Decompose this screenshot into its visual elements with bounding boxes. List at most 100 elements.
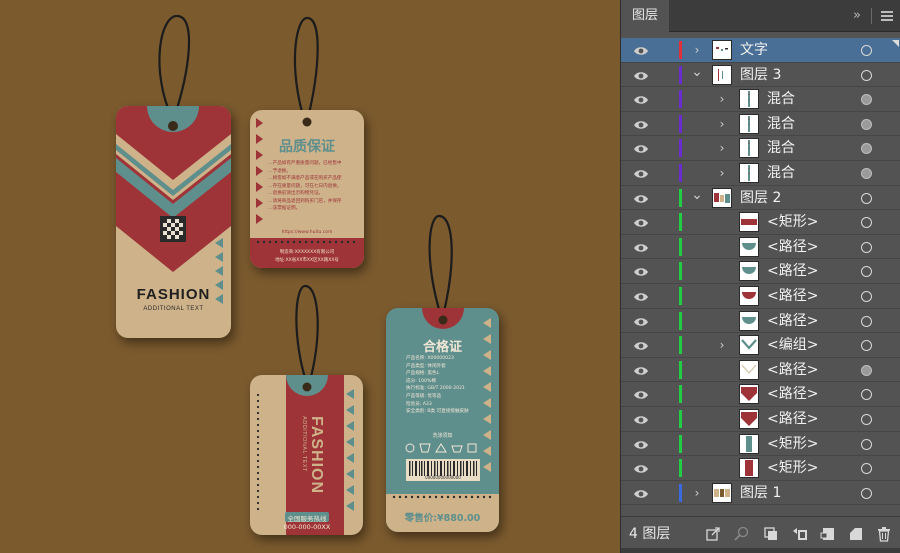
layer-name[interactable]: <路径>	[767, 312, 818, 330]
layer-row[interactable]: <矩形>	[621, 210, 900, 235]
target-circle-icon[interactable]	[861, 45, 872, 56]
target-circle-icon[interactable]	[861, 266, 872, 278]
collapse-panel-icon[interactable]: »	[853, 7, 869, 25]
visibility-eye-icon[interactable]	[633, 166, 649, 180]
target-circle-icon[interactable]	[861, 413, 872, 425]
layer-row[interactable]: <路径>	[621, 235, 900, 260]
search-icon[interactable]	[733, 525, 751, 543]
layer-name[interactable]: <路径>	[767, 410, 818, 428]
tag2-body: …产品如有严重质量问题，已经售中 …予退换。 …顾客如不满意产品或在购买产品使 …	[268, 160, 358, 213]
layer-row[interactable]: <矩形>	[621, 432, 900, 457]
layer-name[interactable]: 图层 2	[740, 189, 781, 207]
target-circle-icon[interactable]	[861, 364, 872, 376]
layer-name[interactable]: <路径>	[767, 262, 818, 280]
layer-row[interactable]: <路径>	[621, 407, 900, 432]
visibility-eye-icon[interactable]	[633, 412, 649, 426]
layer-name[interactable]: <编组>	[767, 336, 818, 354]
visibility-eye-icon[interactable]	[633, 117, 649, 131]
visibility-eye-icon[interactable]	[633, 264, 649, 278]
visibility-eye-icon[interactable]	[633, 437, 649, 451]
visibility-eye-icon[interactable]	[633, 486, 649, 500]
visibility-eye-icon[interactable]	[633, 461, 649, 475]
layer-name[interactable]: <路径>	[767, 287, 818, 305]
target-circle-icon[interactable]	[861, 463, 872, 475]
visibility-eye-icon[interactable]	[633, 289, 649, 303]
layer-name[interactable]: <矩形>	[767, 435, 818, 453]
visibility-eye-icon[interactable]	[633, 68, 649, 82]
new-sublayer-icon[interactable]	[819, 525, 837, 543]
layer-row[interactable]: › 混合	[621, 112, 900, 137]
layer-name[interactable]: 混合	[767, 90, 795, 108]
layer-row[interactable]: <路径>	[621, 284, 900, 309]
layer-name[interactable]: <路径>	[767, 238, 818, 256]
target-circle-icon[interactable]	[861, 143, 872, 155]
visibility-eye-icon[interactable]	[633, 363, 649, 377]
chevron-right-icon[interactable]: ›	[716, 337, 728, 353]
layer-name[interactable]: <路径>	[767, 361, 818, 379]
trash-icon[interactable]	[875, 525, 893, 543]
visibility-eye-icon[interactable]	[633, 191, 649, 205]
visibility-eye-icon[interactable]	[633, 240, 649, 254]
make-clip-mask-icon[interactable]	[791, 525, 809, 543]
chevron-right-icon[interactable]: ›	[716, 91, 728, 107]
target-circle-icon[interactable]	[861, 69, 872, 81]
chevron-right-icon[interactable]: ›	[716, 116, 728, 132]
target-circle-icon[interactable]	[861, 290, 872, 302]
layer-row[interactable]: › 文字	[621, 38, 900, 63]
layer-row[interactable]: › <编组>	[621, 333, 900, 358]
layer-name[interactable]: 混合	[767, 139, 795, 157]
visibility-eye-icon[interactable]	[633, 43, 649, 57]
layer-row[interactable]: <路径>	[621, 382, 900, 407]
visibility-eye-icon[interactable]	[633, 215, 649, 229]
target-circle-icon[interactable]	[861, 315, 872, 327]
visibility-eye-icon[interactable]	[633, 314, 649, 328]
layer-thumbnail	[739, 261, 759, 282]
target-circle-icon[interactable]	[861, 94, 872, 106]
tab-layers[interactable]: 图层	[621, 0, 669, 32]
target-circle-icon[interactable]	[861, 192, 872, 204]
layer-name[interactable]: 文字	[740, 41, 768, 59]
chevron-right-icon[interactable]: ›	[691, 42, 703, 58]
layer-name[interactable]: <矩形>	[767, 459, 818, 477]
layer-name[interactable]: 图层 3	[740, 66, 781, 84]
layer-row[interactable]: <路径>	[621, 309, 900, 334]
layer-name[interactable]: 图层 1	[740, 484, 781, 502]
layer-row[interactable]: <路径>	[621, 358, 900, 383]
layer-name[interactable]: 混合	[767, 164, 795, 182]
chevron-right-icon[interactable]: ›	[691, 485, 703, 501]
layer-name[interactable]: <路径>	[767, 385, 818, 403]
target-circle-icon[interactable]	[861, 217, 872, 229]
chevron-right-icon[interactable]: ›	[716, 165, 728, 181]
chevron-down-icon[interactable]: ⌄	[691, 64, 703, 80]
layer-row[interactable]: › 混合	[621, 87, 900, 112]
layer-color-indicator	[679, 262, 682, 281]
layer-name[interactable]: 混合	[767, 115, 795, 133]
collect-icon[interactable]	[762, 525, 780, 543]
tag3-title: FASHION	[308, 415, 325, 495]
target-circle-icon[interactable]	[861, 118, 872, 130]
target-circle-icon[interactable]	[861, 487, 872, 499]
visibility-eye-icon[interactable]	[633, 387, 649, 401]
target-circle-icon[interactable]	[861, 241, 872, 253]
layer-row[interactable]: › 图层 1	[621, 481, 900, 506]
visibility-eye-icon[interactable]	[633, 141, 649, 155]
artboard-canvas[interactable]: FASHION ADDITIONAL TEXT 品质保证 …产品如有严重质量问题…	[0, 0, 620, 553]
layer-row[interactable]: › 混合	[621, 161, 900, 186]
visibility-eye-icon[interactable]	[633, 92, 649, 106]
layer-name[interactable]: <矩形>	[767, 213, 818, 231]
target-circle-icon[interactable]	[861, 438, 872, 450]
layer-row[interactable]: › 混合	[621, 136, 900, 161]
layer-row[interactable]: ⌄ 图层 2	[621, 186, 900, 211]
target-circle-icon[interactable]	[861, 389, 872, 401]
visibility-eye-icon[interactable]	[633, 338, 649, 352]
layer-row[interactable]: <路径>	[621, 259, 900, 284]
layer-row[interactable]: ⌄ 图层 3	[621, 63, 900, 88]
panel-menu-icon[interactable]	[879, 8, 895, 24]
layer-row[interactable]: <矩形>	[621, 456, 900, 481]
chevron-right-icon[interactable]: ›	[716, 140, 728, 156]
target-circle-icon[interactable]	[861, 167, 872, 179]
chevron-down-icon[interactable]: ⌄	[691, 187, 703, 203]
target-circle-icon[interactable]	[861, 340, 872, 352]
export-icon[interactable]	[704, 525, 722, 543]
new-layer-icon[interactable]	[847, 525, 865, 543]
